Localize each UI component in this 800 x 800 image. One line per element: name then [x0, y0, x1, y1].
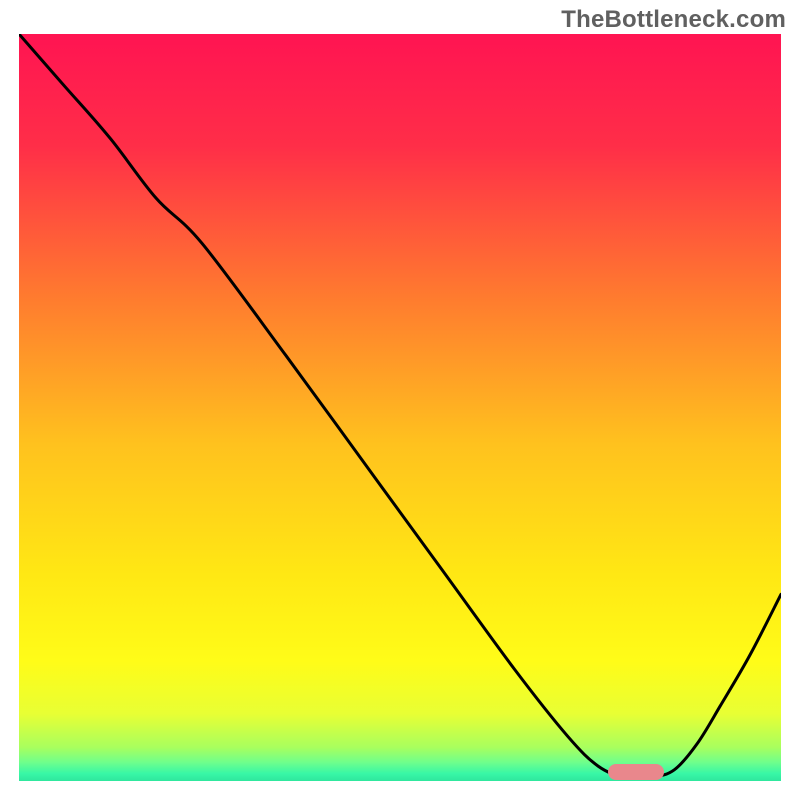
plot-area — [19, 34, 781, 781]
gradient-rect — [19, 34, 781, 781]
chart-frame: TheBottleneck.com — [0, 0, 800, 800]
optimal-marker — [608, 764, 664, 780]
chart-svg — [19, 34, 781, 781]
watermark-text: TheBottleneck.com — [561, 6, 786, 34]
